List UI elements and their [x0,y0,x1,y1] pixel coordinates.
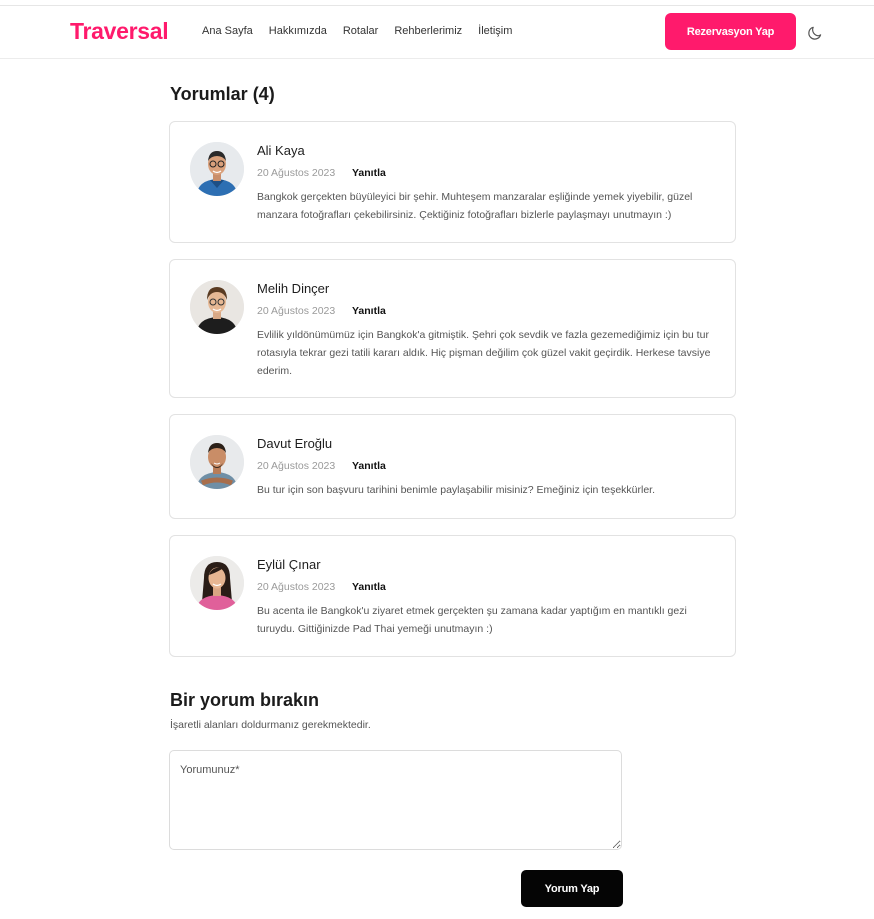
comment-author: Davut Eroğlu [257,436,333,451]
comment-date: 20 Ağustos 2023 [257,460,336,472]
site-header: Traversal Ana Sayfa Hakkımızda Rotalar R… [0,6,874,59]
leave-comment-title: Bir yorum bırakın [170,690,320,710]
comment-card: Davut Eroğlu 20 Ağustos 2023 Yanıtla Bu … [169,414,736,519]
nav-item-contact[interactable]: İletişim [478,25,512,37]
moon-icon[interactable] [806,24,824,42]
avatar [190,142,244,196]
reply-link[interactable]: Yanıtla [352,460,386,472]
submit-comment-button[interactable]: Yorum Yap [521,870,623,907]
reservation-button[interactable]: Rezervasyon Yap [665,13,796,50]
reply-link[interactable]: Yanıtla [352,305,386,317]
comment-author: Ali Kaya [257,143,305,158]
comment-textarea[interactable] [169,750,622,850]
avatar [190,556,244,610]
main-nav: Ana Sayfa Hakkımızda Rotalar Rehberlerim… [202,25,512,37]
comment-text: Bu acenta ile Bangkok'u ziyaret etmek ge… [257,605,687,635]
nav-item-guides[interactable]: Rehberlerimiz [394,25,462,37]
comment-date: 20 Ağustos 2023 [257,167,336,179]
comment-author: Melih Dinçer [257,281,330,296]
required-note: İşaretli alanları doldurmanız gerekmekte… [170,719,371,731]
comment-date: 20 Ağustos 2023 [257,305,336,317]
comment-author: Eylül Çınar [257,557,321,572]
comment-card: Eylül Çınar 20 Ağustos 2023 Yanıtla Bu a… [169,535,736,657]
comment-text: Evlilik yıldönümümüz için Bangkok'a gitm… [257,329,711,377]
site-logo[interactable]: Traversal [70,18,169,45]
nav-item-routes[interactable]: Rotalar [343,25,378,37]
avatar [190,280,244,334]
nav-item-home[interactable]: Ana Sayfa [202,25,253,37]
comment-date: 20 Ağustos 2023 [257,581,336,593]
comments-title: Yorumlar (4) [170,84,275,104]
comment-card: Melih Dinçer 20 Ağustos 2023 Yanıtla Evl… [169,259,736,398]
reply-link[interactable]: Yanıtla [352,167,386,179]
comment-card: Ali Kaya 20 Ağustos 2023 Yanıtla Bangkok… [169,121,736,243]
comment-text: Bu tur için son başvuru tarihini benimle… [257,484,656,496]
comment-text: Bangkok gerçekten büyüleyici bir şehir. … [257,191,693,221]
avatar [190,435,244,489]
nav-item-about[interactable]: Hakkımızda [269,25,327,37]
reply-link[interactable]: Yanıtla [352,581,386,593]
